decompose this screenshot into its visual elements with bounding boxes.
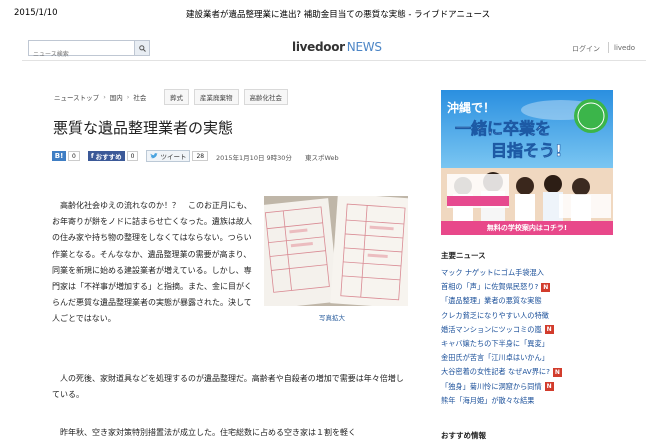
facebook-icon: f [90, 152, 94, 160]
search-input[interactable] [29, 47, 137, 62]
news-item-title: 熊年「海月姫」が散々な結果 [441, 395, 535, 405]
news-item-title: 「遺品整理」業者の悪質な実態 [441, 296, 542, 306]
breadcrumb-society[interactable]: 社会 [133, 92, 146, 102]
svg-text:目指そう!: 目指そう! [491, 141, 562, 160]
top-bar: livedoorNEWS ログイン livedo [22, 36, 646, 62]
breadcrumb-domestic[interactable]: 国内 [110, 92, 123, 102]
article-paragraph-3: 昨年秋、空き家対策特別措置法が成立した。住宅総数に占める空き家は１割を軽く [52, 428, 356, 437]
news-item-title: 「独身」菊川怜に洞窟から同情 [441, 381, 542, 391]
news-item[interactable]: キャバ嬢たちの下半身に「異変」 [441, 337, 562, 351]
article-source[interactable]: 東スポWeb [305, 152, 339, 162]
article-paragraph-1: 高齢化社会ゆえの流れなのか！？ このお正月にも、お年寄りが餅をノドに詰まらせ亡く… [52, 201, 252, 324]
news-item[interactable]: 「遺品整理」業者の悪質な実態 [441, 294, 562, 308]
print-header: 2015/1/10 建設業者が遺品整理業に進出? 補助金目当ての悪質な実態 - … [0, 0, 646, 26]
tweet-label: ツイート [160, 153, 187, 161]
new-badge-icon: N [544, 382, 554, 392]
news-item[interactable]: 「独身」菊川怜に洞窟から同情 N [441, 380, 562, 394]
news-item[interactable]: 熊年「海月姫」が散々な結果 [441, 394, 562, 408]
news-item-title: クレカ貧乏になりやすい人の特徴 [441, 310, 549, 320]
hatena-count: 0 [68, 151, 80, 161]
svg-text:沖縄で！: 沖縄で！ [447, 100, 495, 115]
print-date: 2015/1/10 [14, 8, 58, 18]
news-item[interactable]: 大谷密着の女性記者 なぜAV界に? N [441, 365, 562, 379]
news-item[interactable]: 首相の「声」に佐賀県民怒り? N [441, 280, 562, 294]
tag-aging-society[interactable]: 高齢化社会 [243, 89, 288, 105]
top-news-list: マック ナゲットにゴム手袋混入 首相の「声」に佐賀県民怒り? N 「遺品整理」業者の悪… [441, 266, 562, 408]
ad-cta[interactable]: 無料の学校案内はコチラ! [441, 221, 613, 235]
tag-funeral[interactable]: 葬式 [164, 89, 189, 105]
new-badge-icon: N [552, 367, 562, 377]
news-item[interactable]: クレカ貧乏になりやすい人の特徴 [441, 309, 562, 323]
news-item-title: 大谷密着の女性記者 なぜAV界に? [441, 367, 550, 377]
news-item-title: 首相の「声」に佐賀県民怒り? [441, 282, 539, 292]
tweet-button[interactable]: ツイート [146, 150, 191, 162]
logo-news: NEWS [346, 40, 382, 54]
breadcrumb: ニューストップ › 国内 › 社会 [54, 92, 146, 102]
share-bar: B! 0 f おすすめ 0 ツイート 28 [52, 150, 209, 162]
facebook-count: 0 [126, 151, 139, 161]
new-badge-icon: N [544, 325, 554, 335]
breadcrumb-news-top[interactable]: ニューストップ [54, 92, 99, 102]
facebook-recommend-button[interactable]: f おすすめ [87, 151, 125, 161]
sidebar-title-recommend: おすすめ情報 [441, 431, 486, 440]
chevron-right-icon: › [126, 93, 130, 101]
print-title: 建設業者が遺品整理業に進出? 補助金目当ての悪質な実態 - ライブドアニュース [186, 10, 491, 20]
new-badge-icon: N [541, 282, 551, 292]
news-item[interactable]: マック ナゲットにゴム手袋混入 [441, 266, 562, 280]
news-item-title: マック ナゲットにゴム手袋混入 [441, 268, 544, 278]
login-link[interactable]: ログイン [572, 44, 600, 54]
news-item[interactable]: 金田氏が苦言「江川卓はいかん」 [441, 351, 562, 365]
chevron-right-icon: › [103, 93, 106, 101]
news-item-title: キャバ嬢たちの下半身に「異変」 [441, 339, 549, 349]
hatena-bookmark-button[interactable]: B! [52, 151, 66, 161]
twitter-bird-icon [150, 153, 159, 159]
search-icon [138, 44, 146, 52]
topic-tags: 葬式 産業廃棄物 高齢化社会 [164, 89, 288, 105]
document-photo-image [264, 196, 408, 306]
svg-text:一緒に卒業を: 一緒に卒業を [455, 119, 551, 138]
article-photo[interactable] [264, 196, 408, 306]
livedoor-link[interactable]: livedo [614, 44, 635, 52]
tag-industrial-waste[interactable]: 産業廃棄物 [194, 89, 239, 105]
ad-banner[interactable]: 沖縄で！ 一緒に卒業を 目指そう! 無料の学校案内はコチラ! [441, 90, 613, 235]
search-button[interactable] [134, 41, 149, 55]
article-paragraph-2: 人の死後、家財道具などを処理するのが遺品整理だ。高齢者や自殺者の増加で需要は年々… [52, 374, 404, 400]
news-item-title: 婚活マンションにツッコミの嵐 [441, 324, 542, 334]
logo-livedoor: livedoor [292, 40, 345, 54]
header-divider [608, 42, 609, 53]
site-logo[interactable]: livedoor NEWS [292, 40, 382, 54]
facebook-label: おすすめ [95, 153, 122, 161]
news-item[interactable]: 婚活マンションにツッコミの嵐 N [441, 323, 562, 337]
ad-banner-image: 沖縄で！ 一緒に卒業を 目指そう! [441, 90, 613, 235]
photo-enlarge-link[interactable]: 写真拡大 [319, 312, 345, 322]
article-date: 2015年1月10日 9時30分 [216, 154, 292, 162]
article-headline: 悪質な遺品整理業者の実態 [53, 119, 234, 137]
sidebar-title: 主要ニュース [441, 251, 486, 260]
search-box [28, 40, 150, 62]
news-item-title: 金田氏が苦言「江川卓はいかん」 [441, 353, 549, 363]
tweet-count: 28 [192, 151, 209, 161]
